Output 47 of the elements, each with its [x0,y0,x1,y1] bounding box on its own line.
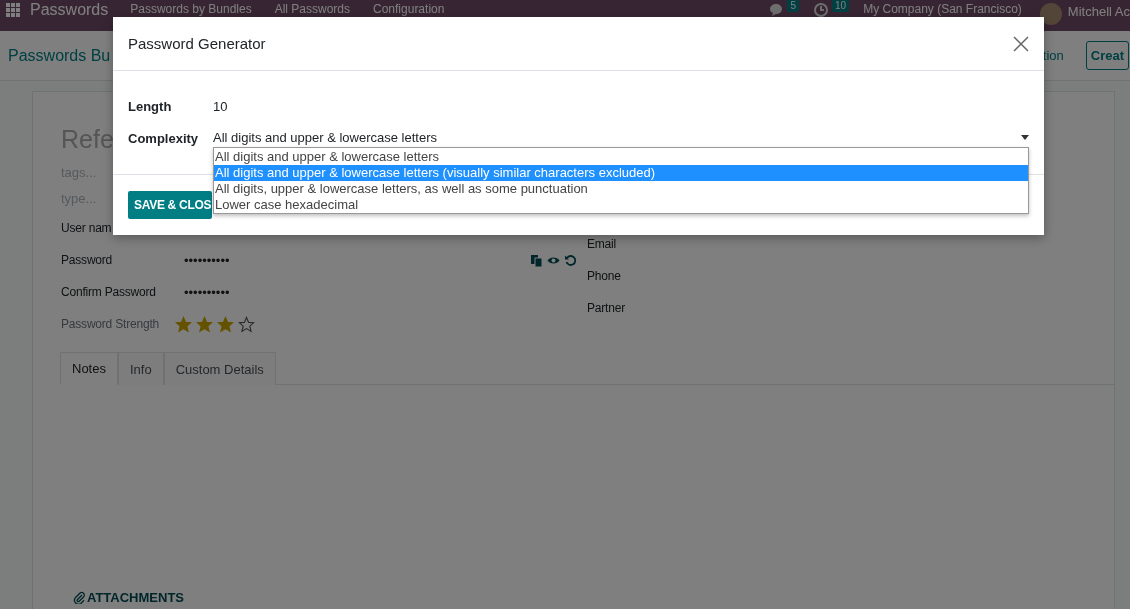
field-label: Length [128,98,173,114]
field-label: Partner [587,301,625,315]
password-value[interactable]: •••••••••• [184,252,230,268]
dropdown-option[interactable]: All digits and upper & lowercase letters [214,149,1028,165]
field-label: Password [61,253,114,267]
field-label: Password Strength [61,317,160,331]
breadcrumb[interactable]: Passwords Bu [8,46,111,65]
app-name[interactable]: Passwords [30,2,109,18]
menu-item[interactable]: Passwords by Bundles [130,2,252,16]
field-label: Complexity [128,130,200,146]
caret-icon [1021,135,1029,140]
dropdown-option[interactable]: Lower case hexadecimal [214,197,1028,213]
user-name[interactable]: Mitchell Ac [1067,2,1130,22]
save-close-button[interactable]: SAVE & CLOS [128,191,213,219]
form-tab[interactable]: Info [117,352,164,385]
form-tab[interactable]: Notes [60,352,118,385]
filled-star-icon [175,315,192,333]
dialog-title: Password Generator [128,35,266,52]
app-grid-icon[interactable] [6,3,20,17]
action-button[interactable]: tion [1032,41,1074,70]
user-avatar[interactable] [1039,3,1062,25]
dropdown-option[interactable]: All digits, upper & lowercase letters, as well as some punctuation [214,181,1028,197]
activity-count-badge: 10 [832,0,850,12]
clock-icon[interactable] [813,2,829,18]
length-field[interactable]: 10 [213,98,1029,114]
create-button[interactable]: Creat [1085,41,1129,70]
refresh-icon[interactable] [564,253,577,267]
field-label: Phone [587,269,621,283]
empty-star-icon [238,315,255,333]
dropdown-option[interactable]: All digits and upper & lowercase letters (visually similar characters excluded) [214,165,1028,181]
field-label: Confirm Password [61,285,157,299]
field-label: User nam [61,221,113,235]
message-count-badge: 5 [787,0,799,12]
filled-star-icon [217,315,234,333]
copy-icon[interactable] [530,253,543,267]
paperclip-icon [73,591,85,604]
close-icon[interactable] [1013,35,1029,52]
menu-item[interactable]: Configuration [373,2,445,16]
chat-bubble-icon[interactable] [768,2,785,18]
attachments-link[interactable]: ATTACHMENTS [87,590,184,605]
company-switcher[interactable]: My Company (San Francisco) [863,2,1022,16]
complexity-select[interactable]: All digits and upper & lowercase letters [213,130,1029,146]
filled-star-icon [196,315,213,333]
form-tab[interactable]: Custom Details [163,352,276,385]
field-label: Email [587,237,616,251]
menu-item[interactable]: All Passwords [274,2,350,16]
password-value[interactable]: •••••••••• [184,284,230,300]
